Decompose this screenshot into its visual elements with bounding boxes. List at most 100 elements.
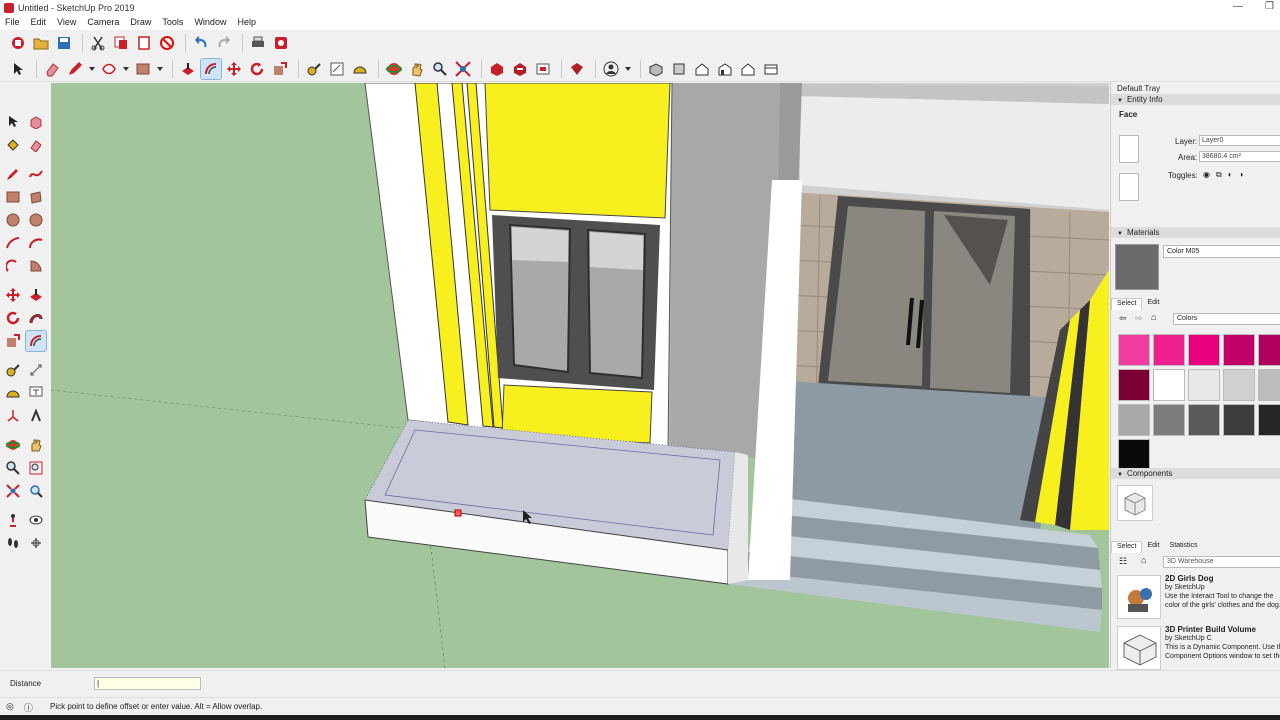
push-pull-icon[interactable] xyxy=(178,59,198,79)
3d-text-icon[interactable] xyxy=(26,406,46,426)
print-icon[interactable] xyxy=(248,33,268,53)
3d-warehouse-icon[interactable] xyxy=(487,59,507,79)
top-view-icon[interactable] xyxy=(669,59,689,79)
color-swatch[interactable] xyxy=(1118,369,1150,401)
color-swatch[interactable] xyxy=(1188,369,1220,401)
color-swatch[interactable] xyxy=(1118,334,1150,366)
new-file-icon[interactable] xyxy=(8,33,28,53)
rotate-icon[interactable] xyxy=(247,59,267,79)
protractor-icon[interactable] xyxy=(350,59,370,79)
dimension-icon[interactable] xyxy=(327,59,347,79)
color-swatch[interactable] xyxy=(1258,334,1280,366)
menu-help[interactable]: Help xyxy=(232,16,262,30)
color-swatch[interactable] xyxy=(1118,404,1150,436)
right-view-icon[interactable] xyxy=(715,59,735,79)
zoom-extents-icon[interactable] xyxy=(3,481,23,501)
select-arrow-icon[interactable] xyxy=(8,59,28,79)
paste-icon[interactable] xyxy=(134,33,154,53)
color-swatch[interactable] xyxy=(1153,334,1185,366)
shadow-toggle-icon[interactable]: ◑ xyxy=(1239,170,1244,180)
move-icon[interactable] xyxy=(3,285,23,305)
previous-view-icon[interactable] xyxy=(26,481,46,501)
component-list-item[interactable]: 2D Girls Dog by SketchUp Use the Interac… xyxy=(1111,571,1280,622)
menu-camera[interactable]: Camera xyxy=(82,16,125,30)
warehouse-search-field[interactable]: 3D Warehouse xyxy=(1163,556,1280,568)
menu-draw[interactable]: Draw xyxy=(125,16,157,30)
walk-footprints-icon[interactable] xyxy=(3,533,23,553)
offset-tool-icon[interactable] xyxy=(25,329,47,352)
orbit-icon[interactable] xyxy=(3,435,23,455)
color-swatch[interactable] xyxy=(1153,369,1185,401)
components-tab-edit[interactable]: Edit xyxy=(1142,541,1164,553)
make-component-icon[interactable] xyxy=(26,112,46,132)
pencil-line-icon[interactable] xyxy=(65,59,85,79)
cut-icon[interactable] xyxy=(88,33,108,53)
move-icon[interactable] xyxy=(224,59,244,79)
look-around-icon[interactable] xyxy=(26,510,46,530)
offset-tool-icon[interactable] xyxy=(200,57,222,80)
minimize-button[interactable]: — xyxy=(1233,1,1243,12)
back-material-swatch[interactable] xyxy=(1119,173,1139,201)
left-view-icon[interactable] xyxy=(761,59,781,79)
pan-hand-icon[interactable] xyxy=(407,59,427,79)
visible-eye-icon[interactable]: ◉ xyxy=(1203,170,1210,180)
rotate-icon[interactable] xyxy=(3,308,23,328)
user-dropdown[interactable] xyxy=(624,59,632,79)
axes-icon[interactable] xyxy=(3,406,23,426)
layer-select[interactable]: Layer0 xyxy=(1199,135,1280,146)
rectangle-icon[interactable] xyxy=(133,59,153,79)
menu-tools[interactable]: Tools xyxy=(157,16,189,30)
orbit-icon[interactable] xyxy=(384,59,404,79)
material-name-field[interactable]: Color M05 xyxy=(1163,245,1280,258)
color-swatch[interactable] xyxy=(1223,334,1255,366)
color-swatch[interactable] xyxy=(1223,404,1255,436)
paint-bucket-icon[interactable] xyxy=(3,135,23,155)
color-swatch[interactable] xyxy=(1188,334,1220,366)
materials-tab-edit[interactable]: Edit xyxy=(1142,298,1164,310)
arc-icon[interactable] xyxy=(3,233,23,253)
zoom-window-icon[interactable] xyxy=(26,458,46,478)
send-to-layout-icon[interactable] xyxy=(533,59,553,79)
extension-warehouse-icon[interactable] xyxy=(510,59,530,79)
components-tab-select[interactable]: Select xyxy=(1111,541,1143,553)
push-pull-icon[interactable] xyxy=(26,285,46,305)
menu-file[interactable]: File xyxy=(0,16,26,30)
front-material-swatch[interactable] xyxy=(1119,135,1139,163)
menu-view[interactable]: View xyxy=(52,16,82,30)
zoom-icon[interactable] xyxy=(430,59,450,79)
arc-tools-dropdown[interactable] xyxy=(122,59,130,79)
menu-window[interactable]: Window xyxy=(189,16,232,30)
components-header[interactable]: ▼ Components xyxy=(1111,468,1280,479)
section-plane-icon[interactable] xyxy=(26,533,46,553)
tape-measure-icon[interactable] xyxy=(304,59,324,79)
color-swatch[interactable] xyxy=(1188,404,1220,436)
color-swatch[interactable] xyxy=(1258,404,1280,436)
freehand-shape-icon[interactable] xyxy=(99,59,119,79)
iso-view-icon[interactable] xyxy=(646,59,666,79)
rectangle-icon[interactable] xyxy=(3,187,23,207)
forward-arrow-icon[interactable]: ⇨ xyxy=(1135,313,1143,324)
components-tab-statistics[interactable]: Statistics xyxy=(1165,541,1203,553)
view-options-icon[interactable]: ☷ xyxy=(1119,556,1127,567)
front-view-icon[interactable] xyxy=(692,59,712,79)
help-info-icon[interactable]: ⓘ xyxy=(24,701,33,714)
open-folder-icon[interactable] xyxy=(31,33,51,53)
pencil-line-icon[interactable] xyxy=(3,164,23,184)
scale-icon[interactable] xyxy=(270,59,290,79)
erase-icon[interactable] xyxy=(157,33,177,53)
protractor-icon[interactable] xyxy=(3,383,23,403)
cast-shadows-icon[interactable]: ⧉ xyxy=(1216,170,1222,180)
extension-manager-icon[interactable] xyxy=(567,59,587,79)
user-profile-icon[interactable] xyxy=(601,59,621,79)
rotated-rectangle-icon[interactable] xyxy=(26,187,46,207)
tape-measure-icon[interactable] xyxy=(3,360,23,380)
receive-shadows-icon[interactable]: ◐ xyxy=(1228,170,1233,180)
home-icon[interactable]: ⌂ xyxy=(1151,312,1156,322)
menu-edit[interactable]: Edit xyxy=(26,16,53,30)
pie-icon[interactable] xyxy=(26,256,46,276)
zoom-extents-icon[interactable] xyxy=(453,59,473,79)
back-view-icon[interactable] xyxy=(738,59,758,79)
line-tools-dropdown[interactable] xyxy=(88,59,96,79)
text-icon[interactable] xyxy=(26,383,46,403)
circle-icon[interactable] xyxy=(3,210,23,230)
